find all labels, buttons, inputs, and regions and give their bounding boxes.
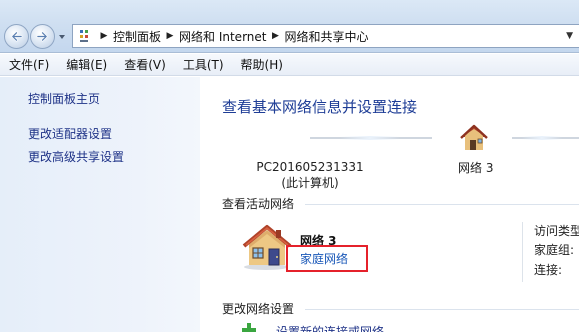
this-computer-node[interactable]: PC201605231331 (此计算机) <box>255 159 365 191</box>
page-title: 查看基本网络信息并设置连接 <box>222 98 418 116</box>
network-map-connector <box>310 136 432 140</box>
main-content: 查看基本网络信息并设置连接 PC201605231331 (此计算机) 网络 3… <box>200 77 579 332</box>
setup-new-connection-link[interactable]: 设置新的连接或网络 <box>276 323 384 332</box>
computer-subtitle: (此计算机) <box>281 176 339 190</box>
back-arrow-icon <box>11 31 23 42</box>
network-type-link[interactable]: 家庭网络 <box>300 250 348 267</box>
computer-name: PC201605231331 <box>256 160 364 174</box>
menu-tools[interactable]: 工具(T) <box>174 56 232 73</box>
new-connection-icon <box>242 323 256 332</box>
sidebar-item-change-advanced-sharing[interactable]: 更改高级共享设置 <box>28 148 124 165</box>
forward-button[interactable] <box>30 24 55 49</box>
section-divider <box>305 309 579 310</box>
network-map-connector <box>512 136 579 140</box>
sidebar-item-change-adapter-settings[interactable]: 更改适配器设置 <box>28 125 112 142</box>
back-button[interactable] <box>4 24 29 49</box>
access-type-label: 访问类型 <box>534 224 579 238</box>
menu-edit[interactable]: 编辑(E) <box>57 56 115 73</box>
home-network-icon <box>242 225 292 270</box>
network-map-label: 网络 3 <box>458 161 494 175</box>
section-divider <box>305 204 579 205</box>
forward-arrow-icon <box>36 31 48 42</box>
chevron-right-icon[interactable]: ▶ <box>269 31 281 41</box>
address-bar: ▶ 控制面板 ▶ 网络和 Internet ▶ 网络和共享中心 ▼ <box>0 0 579 53</box>
active-networks-title: 查看活动网络 <box>222 197 295 211</box>
homegroup-label: 家庭组: <box>534 243 575 257</box>
change-network-settings-title: 更改网络设置 <box>222 302 295 316</box>
info-divider <box>522 222 523 282</box>
chevron-right-icon[interactable]: ▶ <box>164 31 176 41</box>
menu-view[interactable]: 查看(V) <box>115 56 174 73</box>
sidebar-item-control-panel-home[interactable]: 控制面板主页 <box>28 90 100 107</box>
menu-file[interactable]: 文件(F) <box>0 56 57 73</box>
menu-help[interactable]: 帮助(H) <box>232 56 291 73</box>
home-network-icon[interactable] <box>458 123 490 153</box>
breadcrumb-network-sharing-center[interactable]: 网络和共享中心 <box>281 28 371 45</box>
recent-pages-dropdown-icon[interactable] <box>58 33 66 41</box>
chevron-right-icon[interactable]: ▶ <box>98 31 110 41</box>
connections-label: 连接: <box>534 263 563 277</box>
control-panel-icon <box>76 25 98 47</box>
breadcrumb-network-internet[interactable]: 网络和 Internet <box>176 28 269 45</box>
sidebar: 控制面板主页 更改适配器设置 更改高级共享设置 <box>0 77 200 332</box>
chevron-down-icon[interactable]: ▼ <box>566 31 573 41</box>
breadcrumb[interactable]: ▶ 控制面板 ▶ 网络和 Internet ▶ 网络和共享中心 ▼ <box>72 24 579 48</box>
menu-bar: 文件(F) 编辑(E) 查看(V) 工具(T) 帮助(H) <box>0 54 579 76</box>
breadcrumb-control-panel[interactable]: 控制面板 <box>110 28 164 45</box>
